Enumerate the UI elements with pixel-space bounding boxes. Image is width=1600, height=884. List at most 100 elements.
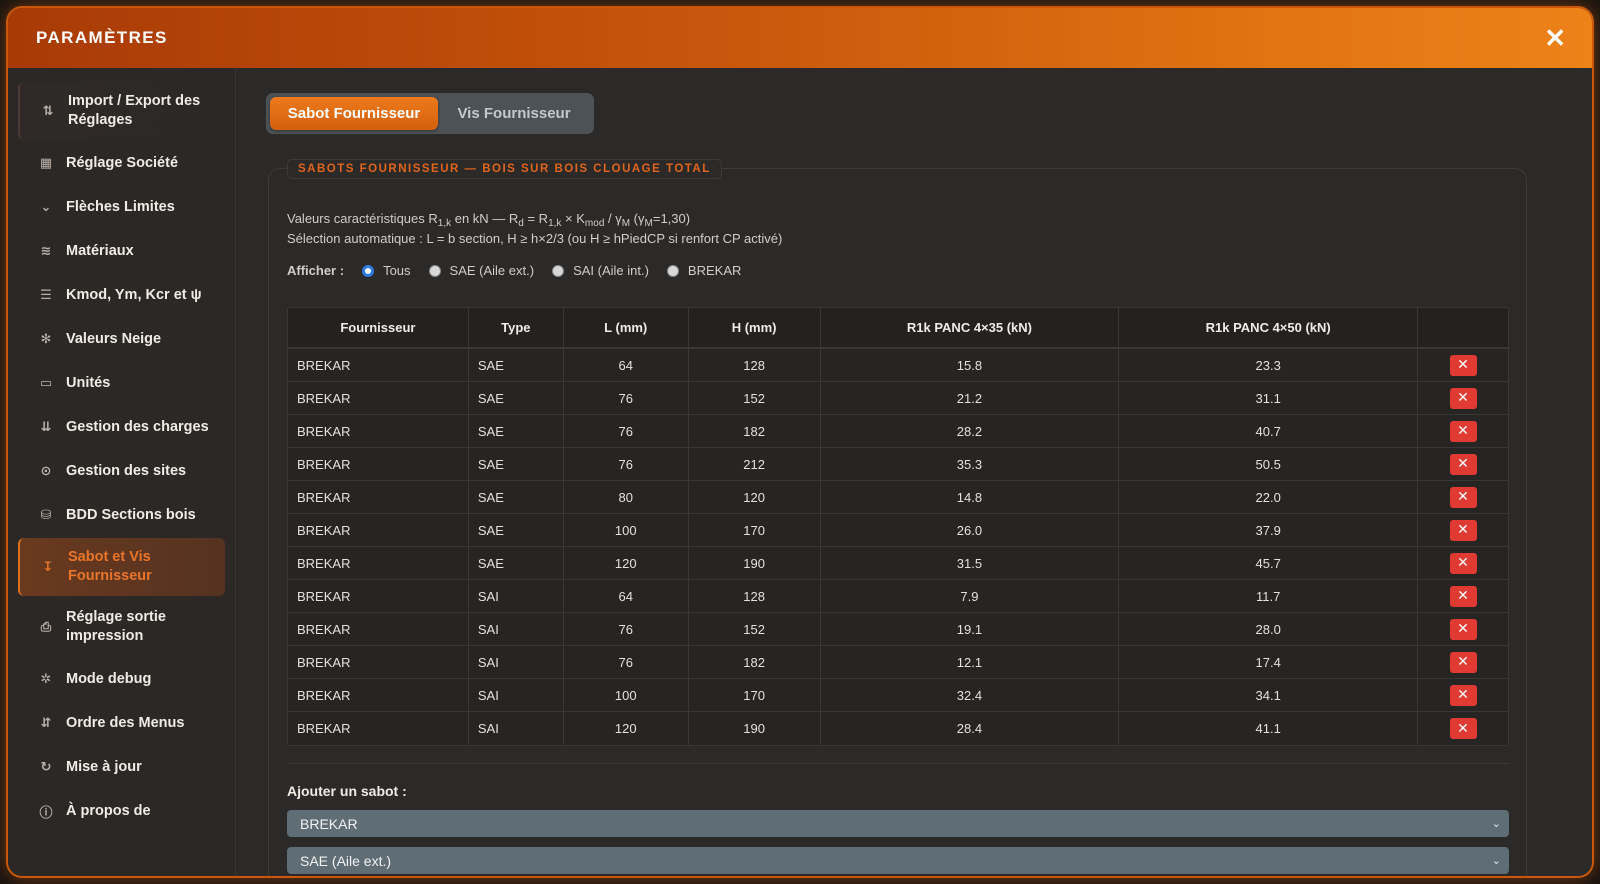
table-cell: 100 <box>564 679 689 711</box>
sidebar-item-refresh[interactable]: ↻ Mise à jour <box>18 746 225 788</box>
sidebar-item-label: Kmod, Ym, Kcr et ψ <box>66 286 202 303</box>
delete-row-button[interactable]: ✕ <box>1449 684 1477 706</box>
table-cell: BREKAR <box>288 580 469 612</box>
table-cell: 50.5 <box>1119 448 1419 480</box>
window-title: PARAMÈTRES <box>36 28 168 47</box>
delete-row-button[interactable]: ✕ <box>1449 552 1477 574</box>
section-legend: SABOTS FOURNISSEUR — BOIS SUR BOIS CLOUA… <box>287 159 722 179</box>
delete-row-button[interactable]: ✕ <box>1449 519 1477 541</box>
table-cell: BREKAR <box>288 481 469 513</box>
table-cell: 28.2 <box>821 415 1120 447</box>
sidebar-item-loads[interactable]: ⇊ Gestion des charges <box>18 406 225 448</box>
sliders-icon: ☰ <box>40 287 52 303</box>
table-cell: 28.0 <box>1119 613 1419 645</box>
table-cell: BREKAR <box>288 712 469 745</box>
radio-button[interactable] <box>552 264 565 277</box>
table-cell: 37.9 <box>1119 514 1419 546</box>
tab-sabot-fournisseur[interactable]: Sabot Fournisseur <box>270 97 438 130</box>
radio-label: Tous <box>383 263 411 278</box>
sidebar-item-building[interactable]: ▦ Réglage Société <box>18 142 225 184</box>
table-cell: SAE <box>469 415 564 447</box>
sidebar-item-snowflake[interactable]: ✻ Valeurs Neige <box>18 318 225 360</box>
sidebar-item-bug[interactable]: ✲ Mode debug <box>18 658 225 700</box>
main-panel: Sabot Fournisseur Vis Fournisseur SABOTS… <box>237 68 1592 876</box>
database-icon: ⛁ <box>40 507 52 523</box>
sidebar-item-label: Unités <box>66 374 111 391</box>
delete-row-button[interactable]: ✕ <box>1449 420 1477 442</box>
sidebar-item-label: Matériaux <box>66 242 134 259</box>
table-row: BREKAR SAI 76 152 19.1 28.0 ✕ <box>288 613 1508 646</box>
table-cell: 182 <box>689 646 821 678</box>
table-cell: 190 <box>689 712 821 745</box>
tab-vis-fournisseur[interactable]: Vis Fournisseur <box>438 97 590 130</box>
sidebar-item-map-pin[interactable]: ⊙ Gestion des sites <box>18 450 225 492</box>
table-cell: 21.2 <box>821 382 1120 414</box>
table-cell: 40.7 <box>1119 415 1419 447</box>
delete-row-button[interactable]: ✕ <box>1449 387 1477 409</box>
chevron-down-icon: ⌄ <box>1491 817 1501 830</box>
delete-row-button[interactable]: ✕ <box>1449 486 1477 508</box>
sidebar-item-deflection[interactable]: ⌄ Flèches Limites <box>18 186 225 228</box>
sidebar-item-label: Mise à jour <box>66 758 142 775</box>
table-cell: 23.3 <box>1119 349 1419 381</box>
table-cell: 41.1 <box>1119 712 1419 745</box>
table-cell: 182 <box>689 415 821 447</box>
ruler-icon: ▭ <box>39 375 53 391</box>
sidebar-item-screw[interactable]: ↧ Sabot et Vis Fournisseur <box>18 538 225 596</box>
sidebar-item-info[interactable]: ⓘ À propos de <box>18 790 225 832</box>
actions-cell: ✕ <box>1418 514 1508 546</box>
sidebar-item-import-export[interactable]: ⇅ Import / Export des Réglages <box>18 82 225 140</box>
settings-window: PARAMÈTRES ✕ ⇅ Import / Export des Réglag… <box>8 8 1592 876</box>
sidebar-item-label: BDD Sections bois <box>66 506 196 523</box>
sidebar-item-label: Réglage Société <box>66 154 179 171</box>
table-cell: SAE <box>469 448 564 480</box>
table-row: BREKAR SAE 64 128 15.8 23.3 ✕ <box>288 349 1508 382</box>
sidebar-item-sliders[interactable]: ☰ Kmod, Ym, Kcr et ψ <box>18 274 225 316</box>
table-cell: BREKAR <box>288 415 469 447</box>
delete-row-button[interactable]: ✕ <box>1449 354 1477 376</box>
table-cell: BREKAR <box>288 646 469 678</box>
radio-button[interactable] <box>666 264 679 277</box>
filter-option-0[interactable]: Tous <box>362 263 411 278</box>
delete-row-button[interactable]: ✕ <box>1449 453 1477 475</box>
delete-row-button[interactable]: ✕ <box>1449 718 1477 739</box>
table-row: BREKAR SAE 76 152 21.2 31.1 ✕ <box>288 382 1508 415</box>
col-type: Type <box>469 308 564 347</box>
filter-option-1[interactable]: SAE (Aile ext.) <box>428 263 534 278</box>
delete-row-button[interactable]: ✕ <box>1449 618 1477 640</box>
table-row: BREKAR SAI 120 190 28.4 41.1 ✕ <box>288 712 1508 745</box>
sidebar-item-label: Import / Export des Réglages <box>68 93 201 128</box>
radio-button[interactable] <box>428 264 441 277</box>
delete-row-button[interactable]: ✕ <box>1449 651 1477 673</box>
table-cell: 28.4 <box>821 712 1120 745</box>
info-line-1: Valeurs caractéristiques R1,k en kN — Rd… <box>287 211 691 229</box>
table-cell: 212 <box>689 448 821 480</box>
type-select-value: SAE (Aile ext.) <box>300 852 392 869</box>
actions-cell: ✕ <box>1418 712 1508 745</box>
table-cell: BREKAR <box>288 514 469 546</box>
sidebar-item-layers[interactable]: ≋ Matériaux <box>18 230 225 272</box>
table-cell: 80 <box>564 481 689 513</box>
close-icon[interactable]: ✕ <box>1544 25 1566 51</box>
table-row: BREKAR SAE 76 182 28.2 40.7 ✕ <box>288 415 1508 448</box>
sidebar-item-database[interactable]: ⛁ BDD Sections bois <box>18 494 225 536</box>
sidebar-item-printer[interactable]: ⎙ Réglage sortie impression <box>18 598 225 656</box>
sidebar-item-sort[interactable]: ⇵ Ordre des Menus <box>18 702 225 744</box>
fournisseur-select[interactable]: BREKAR ⌄ <box>287 810 1509 837</box>
table-cell: 31.5 <box>821 547 1120 579</box>
radio-button[interactable] <box>362 264 375 277</box>
table-cell: 64 <box>564 349 689 381</box>
actions-cell: ✕ <box>1418 415 1508 447</box>
filter-option-2[interactable]: SAI (Aile int.) <box>552 263 649 278</box>
table-row: BREKAR SAE 80 120 14.8 22.0 ✕ <box>288 481 1508 514</box>
actions-cell: ✕ <box>1418 613 1508 645</box>
delete-row-button[interactable]: ✕ <box>1449 585 1477 607</box>
table-row: BREKAR SAI 76 182 12.1 17.4 ✕ <box>288 646 1508 679</box>
table-cell: 120 <box>689 481 821 513</box>
sidebar-item-label: Mode debug <box>66 670 152 687</box>
sidebar-item-ruler[interactable]: ▭ Unités <box>18 362 225 404</box>
actions-cell: ✕ <box>1418 646 1508 678</box>
sidebar-item-label: Ordre des Menus <box>66 714 185 731</box>
type-select[interactable]: SAE (Aile ext.) ⌄ <box>287 847 1509 874</box>
filter-option-3[interactable]: BREKAR <box>666 263 741 278</box>
